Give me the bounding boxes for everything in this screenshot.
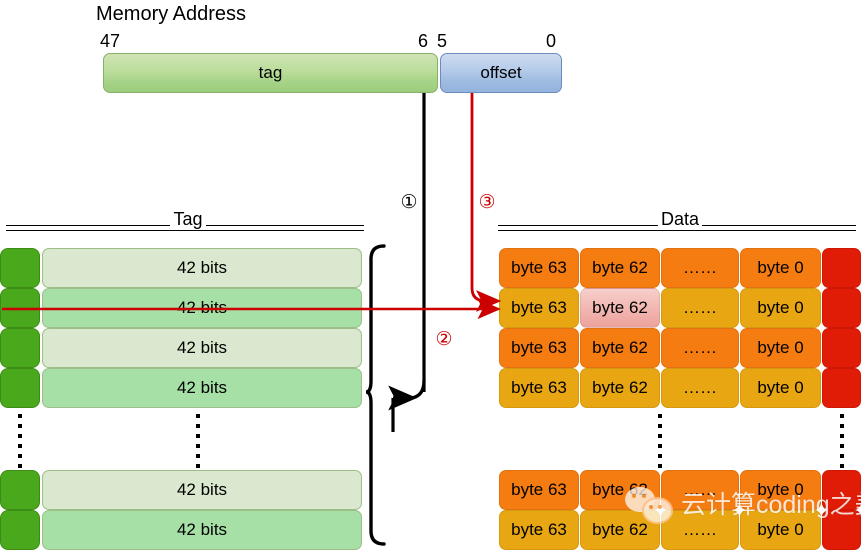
tag-valid-ellipsis (18, 414, 22, 474)
tag-section-title: Tag (173, 209, 203, 229)
data-byte-cell: byte 62 (580, 248, 660, 288)
data-byte-cell: byte 63 (499, 510, 579, 550)
tag-value-ellipsis (196, 414, 200, 474)
data-red-ellipsis (840, 414, 844, 474)
data-byte-cell: byte 0 (740, 510, 821, 550)
data-byte-cell: byte 62 (580, 288, 660, 328)
data-byte-cell: byte 0 (740, 288, 821, 328)
data-byte-cell: byte 63 (499, 248, 579, 288)
data-tail-cell (822, 288, 861, 328)
data-byte-cell: byte 0 (740, 470, 821, 510)
address-field-tag: tag (103, 53, 438, 93)
data-byte-cell: byte 62 (580, 470, 660, 510)
data-byte-cell: byte 0 (740, 368, 821, 408)
data-tail-cell (822, 470, 861, 510)
memory-address-title: Memory Address (96, 3, 247, 25)
address-field-tag-label: tag (258, 63, 283, 82)
bit-label-0: 0 (546, 31, 557, 51)
data-byte-cell: byte 62 (580, 328, 660, 368)
data-header-rule-left (498, 225, 658, 226)
bit-label-6: 6 (418, 31, 429, 51)
bit-label-5: 5 (437, 31, 448, 51)
address-field-offset-label: offset (480, 63, 522, 82)
data-tail-cell (822, 248, 861, 288)
data-byte-cell: …… (661, 328, 739, 368)
address-field-offset: offset (440, 53, 562, 93)
data-row[interactable]: byte 63 byte 62…… byte 0 (0, 470, 861, 510)
data-byte-cell: byte 0 (740, 328, 821, 368)
data-row[interactable]: byte 63 byte 62…… byte 0 (0, 510, 861, 550)
tag-section-header: Tag (6, 205, 364, 235)
bit-label-47: 47 (100, 31, 121, 51)
diagram-canvas: Memory Address 47 6 5 0 tag offset Tag D… (0, 0, 861, 550)
step-marker-2: ② (435, 329, 453, 350)
data-row[interactable]: byte 63 byte 62…… byte 0 (0, 288, 861, 328)
data-byte-cell: byte 63 (499, 368, 579, 408)
data-tail-cell (822, 368, 861, 408)
tag-header-rule-bottom (6, 230, 364, 231)
data-byte-cell: …… (661, 368, 739, 408)
tag-header-rule-right (206, 225, 364, 226)
data-section-header: Data (498, 205, 856, 235)
data-byte-cell: byte 63 (499, 288, 579, 328)
data-byte-cell: …… (661, 288, 739, 328)
data-tail-cell (822, 510, 861, 550)
data-header-rule-bottom (498, 230, 856, 231)
data-row[interactable]: byte 63 byte 62…… byte 0 (0, 368, 861, 408)
data-byte-cell: …… (661, 510, 739, 550)
data-row[interactable]: byte 63 byte 62…… byte 0 (0, 248, 861, 288)
data-ellipsis (658, 414, 662, 474)
step-marker-3: ③ (478, 192, 496, 213)
data-byte-cell: byte 0 (740, 248, 821, 288)
tag-header-rule-left (6, 225, 170, 226)
data-byte-cell: byte 62 (580, 368, 660, 408)
data-byte-cell: byte 63 (499, 328, 579, 368)
data-byte-cell: …… (661, 248, 739, 288)
data-tail-cell (822, 328, 861, 368)
data-byte-cell: byte 62 (580, 510, 660, 550)
data-byte-cell: …… (661, 470, 739, 510)
data-header-rule-right (702, 225, 856, 226)
data-byte-cell: byte 63 (499, 470, 579, 510)
data-section-title: Data (660, 209, 700, 229)
step-marker-1: ① (400, 192, 418, 213)
